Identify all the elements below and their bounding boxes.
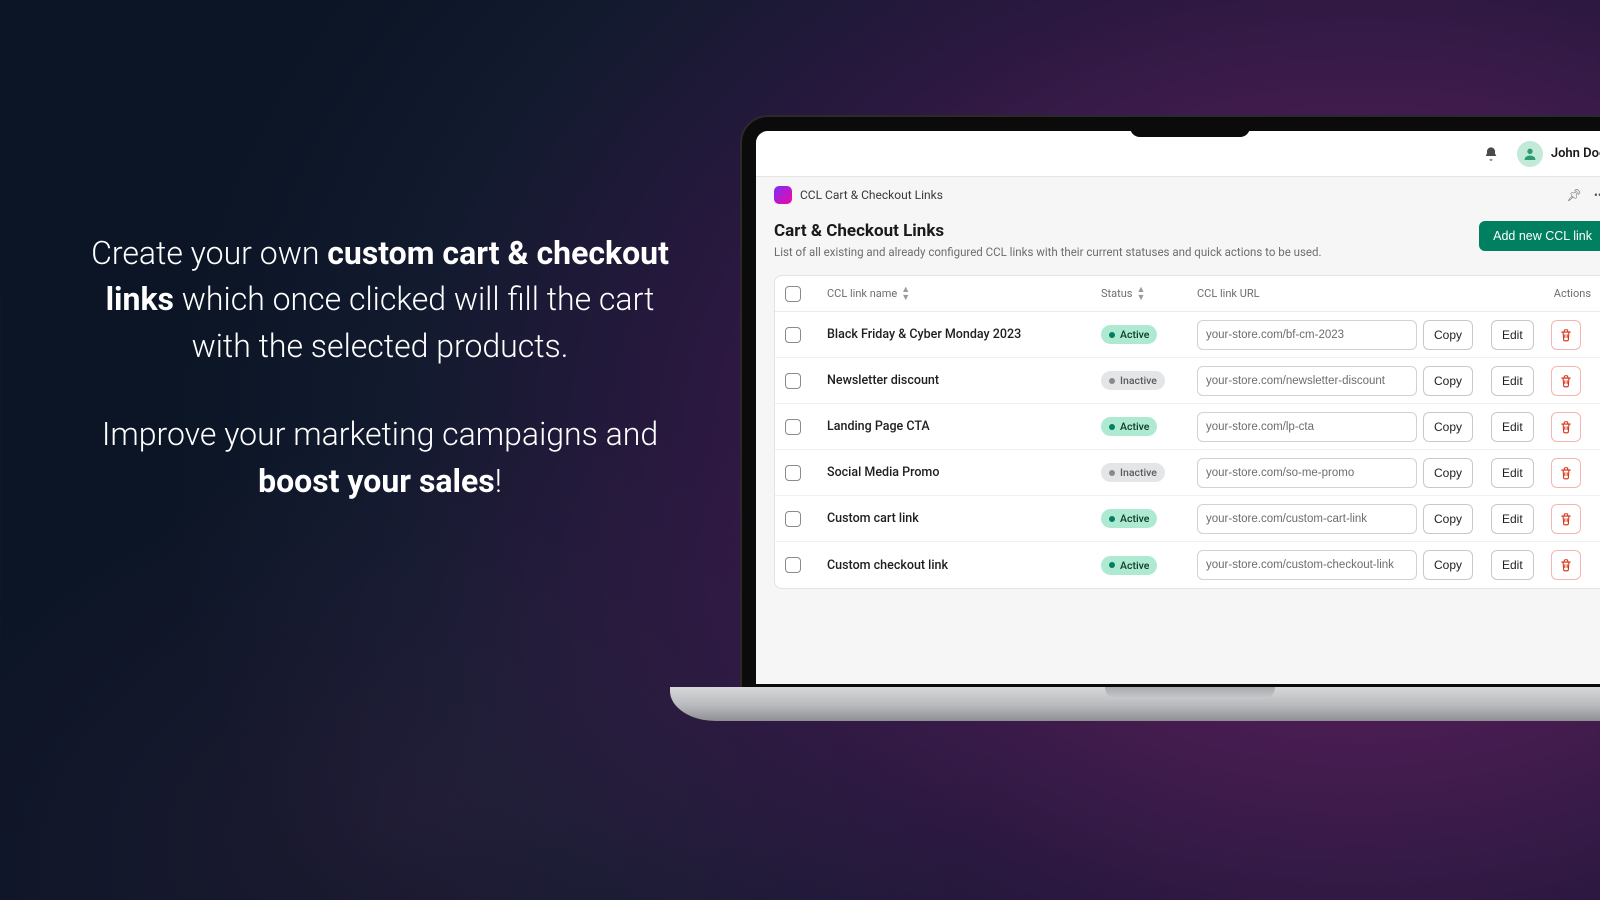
row-checkbox[interactable] <box>785 327 801 343</box>
copy-button[interactable]: Copy <box>1423 550 1473 580</box>
app-header: CCL Cart & Checkout Links 📌︎ ••• <box>756 177 1600 213</box>
sort-icon: ▲▼ <box>1136 286 1145 302</box>
laptop-mockup: John Doe CCL Cart & Checkout Links 📌︎ ••… <box>740 115 1600 690</box>
link-name: Custom cart link <box>827 511 1095 526</box>
edit-button[interactable]: Edit <box>1491 412 1534 442</box>
link-name: Black Friday & Cyber Monday 2023 <box>827 327 1095 342</box>
link-name: Newsletter discount <box>827 373 1095 388</box>
more-icon[interactable]: ••• <box>1594 188 1600 202</box>
status-badge: Active <box>1101 556 1157 575</box>
link-url-input[interactable] <box>1197 412 1417 442</box>
edit-button[interactable]: Edit <box>1491 550 1534 580</box>
app-title: CCL Cart & Checkout Links <box>800 188 943 202</box>
col-status[interactable]: Status ▲▼ <box>1101 286 1191 302</box>
table-row: Landing Page CTA Active Copy Edit <box>775 404 1600 450</box>
col-name[interactable]: CCL link name ▲▼ <box>827 286 1095 302</box>
status-badge: Inactive <box>1101 371 1165 390</box>
table-row: Custom cart link Active Copy Edit <box>775 496 1600 542</box>
sort-icon: ▲▼ <box>901 286 910 302</box>
link-name: Landing Page CTA <box>827 419 1095 434</box>
laptop-base <box>670 687 1600 721</box>
status-badge: Inactive <box>1101 463 1165 482</box>
status-badge: Active <box>1101 509 1157 528</box>
page-subtitle: List of all existing and already configu… <box>774 245 1322 259</box>
user-menu[interactable]: John Doe <box>1517 141 1600 167</box>
row-checkbox[interactable] <box>785 557 801 573</box>
link-name: Social Media Promo <box>827 465 1095 480</box>
select-all-checkbox[interactable] <box>785 286 801 302</box>
copy-button[interactable]: Copy <box>1423 320 1473 350</box>
link-url-input[interactable] <box>1197 458 1417 488</box>
row-checkbox[interactable] <box>785 465 801 481</box>
table-row: Social Media Promo Inactive Copy Edit <box>775 450 1600 496</box>
app-logo-icon <box>774 186 792 204</box>
table-row: Newsletter discount Inactive Copy Edit <box>775 358 1600 404</box>
delete-button[interactable] <box>1551 504 1581 534</box>
link-name: Custom checkout link <box>827 558 1095 573</box>
row-checkbox[interactable] <box>785 373 801 389</box>
status-badge: Active <box>1101 417 1157 436</box>
topbar: John Doe <box>756 131 1600 177</box>
table-row: Black Friday & Cyber Monday 2023 Active Co… <box>775 312 1600 358</box>
link-url-input[interactable] <box>1197 366 1417 396</box>
edit-button[interactable]: Edit <box>1491 366 1534 396</box>
app-screen: John Doe CCL Cart & Checkout Links 📌︎ ••… <box>756 131 1600 684</box>
delete-button[interactable] <box>1551 366 1581 396</box>
promo-text: ! <box>495 462 502 500</box>
col-url-label: CCL link URL <box>1197 287 1417 300</box>
promo-text: Improve your marketing campaigns and <box>102 415 658 453</box>
edit-button[interactable]: Edit <box>1491 458 1534 488</box>
user-name: John Doe <box>1551 146 1600 161</box>
promo-copy: Create your own custom cart & checkout l… <box>80 230 680 504</box>
row-checkbox[interactable] <box>785 419 801 435</box>
avatar <box>1517 141 1543 167</box>
copy-button[interactable]: Copy <box>1423 458 1473 488</box>
copy-button[interactable]: Copy <box>1423 504 1473 534</box>
links-table: CCL link name ▲▼ Status ▲▼ CCL link URL … <box>774 275 1600 589</box>
laptop-notch <box>1130 117 1250 137</box>
page-title: Cart & Checkout Links <box>774 221 1322 241</box>
edit-button[interactable]: Edit <box>1491 504 1534 534</box>
link-url-input[interactable] <box>1197 550 1417 580</box>
delete-button[interactable] <box>1551 412 1581 442</box>
col-name-label: CCL link name <box>827 287 897 300</box>
table-header: CCL link name ▲▼ Status ▲▼ CCL link URL … <box>775 276 1600 312</box>
row-checkbox[interactable] <box>785 511 801 527</box>
table-row: Custom checkout link Active Copy Edit <box>775 542 1600 588</box>
delete-button[interactable] <box>1551 320 1581 350</box>
col-actions-label: Actions <box>1423 287 1595 300</box>
promo-text: Create your own <box>91 234 327 272</box>
delete-button[interactable] <box>1551 458 1581 488</box>
col-status-label: Status <box>1101 287 1132 300</box>
pin-icon[interactable]: 📌︎ <box>1567 188 1582 202</box>
add-new-link-button[interactable]: Add new CCL link <box>1479 221 1600 251</box>
promo-bold: boost your sales <box>258 462 495 500</box>
edit-button[interactable]: Edit <box>1491 320 1534 350</box>
status-badge: Active <box>1101 325 1157 344</box>
link-url-input[interactable] <box>1197 320 1417 350</box>
promo-text: which once clicked will fill the cart wi… <box>174 280 654 364</box>
link-url-input[interactable] <box>1197 504 1417 534</box>
copy-button[interactable]: Copy <box>1423 366 1473 396</box>
notifications-icon[interactable] <box>1483 146 1499 162</box>
delete-button[interactable] <box>1551 550 1581 580</box>
copy-button[interactable]: Copy <box>1423 412 1473 442</box>
